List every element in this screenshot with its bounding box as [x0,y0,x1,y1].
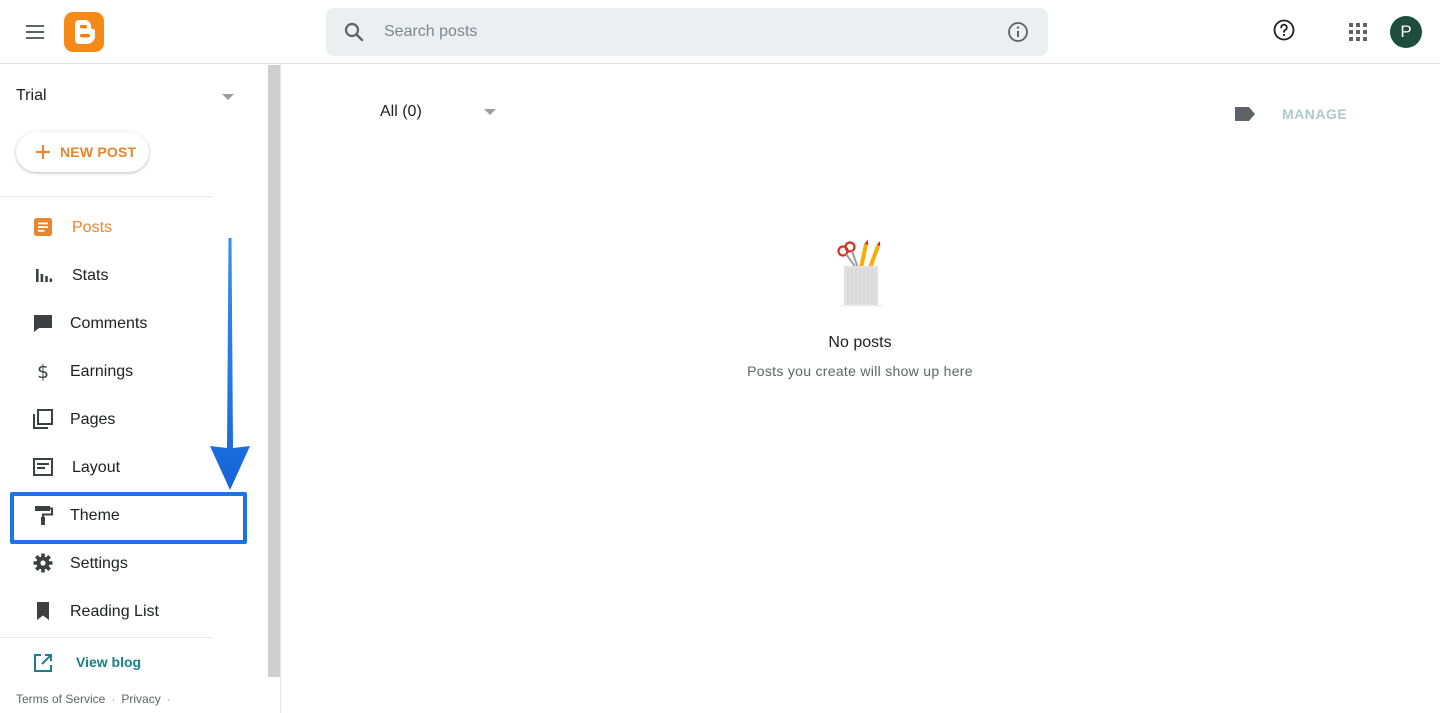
sidebar-item-earnings[interactable]: $ Earnings [16,350,244,394]
sidebar-item-reading-list[interactable]: Reading List [16,590,244,634]
empty-state-title: No posts [828,334,892,351]
posts-icon [34,218,52,236]
pages-icon [33,409,53,429]
chevron-down-icon [484,109,496,115]
svg-text:$: $ [37,361,49,382]
divider [280,65,281,713]
sidebar-item-stats[interactable]: Stats [16,254,244,298]
paint-roller-icon [35,506,53,525]
layout-icon [33,458,53,476]
divider [0,637,212,638]
bookmark-icon [37,602,49,620]
sidebar-item-label: Posts [72,219,113,236]
post-filter-dropdown[interactable]: All (0) [380,100,510,124]
pencil-cup-illustration [837,239,882,307]
sidebar-item-pages[interactable]: Pages [16,398,244,442]
comments-icon [34,315,52,332]
sidebar-item-label: Pages [70,411,116,428]
info-icon[interactable] [1006,20,1030,44]
sidebar-item-comments[interactable]: Comments [16,302,244,346]
top-app-bar: P [0,0,1440,64]
dollar-icon: $ [37,361,49,382]
separator: · [111,692,116,706]
empty-state-subtitle: Posts you create will show up here [747,363,973,379]
search-icon[interactable] [342,20,366,44]
gear-icon [33,553,53,573]
new-post-button[interactable]: NEW POST [16,132,149,172]
blog-name: Trial [16,87,47,104]
manage-button[interactable]: MANAGE [1282,106,1347,122]
stats-icon [36,269,52,282]
new-post-label: NEW POST [60,144,137,160]
sidebar: Trial NEW POST Posts Stats Comments $ Ea… [0,65,268,713]
divider [0,196,212,197]
separator: · [166,692,171,706]
search-input[interactable] [384,20,984,44]
sidebar-item-label: Earnings [70,363,134,380]
chevron-down-icon [222,94,234,100]
sidebar-item-label: Reading List [70,603,159,620]
menu-icon[interactable] [22,20,50,44]
terms-link[interactable]: Terms of Service [16,692,105,706]
apps-grid-icon[interactable] [1346,20,1370,44]
view-blog-label: View blog [76,654,142,670]
view-blog-link[interactable]: View blog [16,648,216,678]
plus-icon [36,145,50,159]
sidebar-item-layout[interactable]: Layout [16,446,244,490]
footer-links: Terms of Service · Privacy · [16,692,177,706]
sidebar-item-label: Layout [72,459,121,476]
avatar[interactable]: P [1390,16,1422,48]
search-bar [326,8,1048,56]
open-in-new-icon [34,654,52,672]
privacy-link[interactable]: Privacy [121,692,160,706]
blog-selector[interactable]: Trial [16,85,240,109]
sidebar-item-label: Theme [70,507,120,524]
filter-label: All (0) [380,103,422,120]
sidebar-item-settings[interactable]: Settings [16,542,244,586]
sidebar-item-label: Stats [72,267,109,284]
sidebar-item-label: Comments [70,315,148,332]
sidebar-scrollbar[interactable] [268,65,280,677]
sidebar-item-theme[interactable]: Theme [16,494,244,538]
help-icon[interactable] [1272,18,1296,42]
sidebar-item-posts[interactable]: Posts [16,206,244,250]
sidebar-item-label: Settings [70,555,128,572]
blogger-logo[interactable] [64,12,104,52]
label-tag-icon[interactable] [1234,105,1256,123]
